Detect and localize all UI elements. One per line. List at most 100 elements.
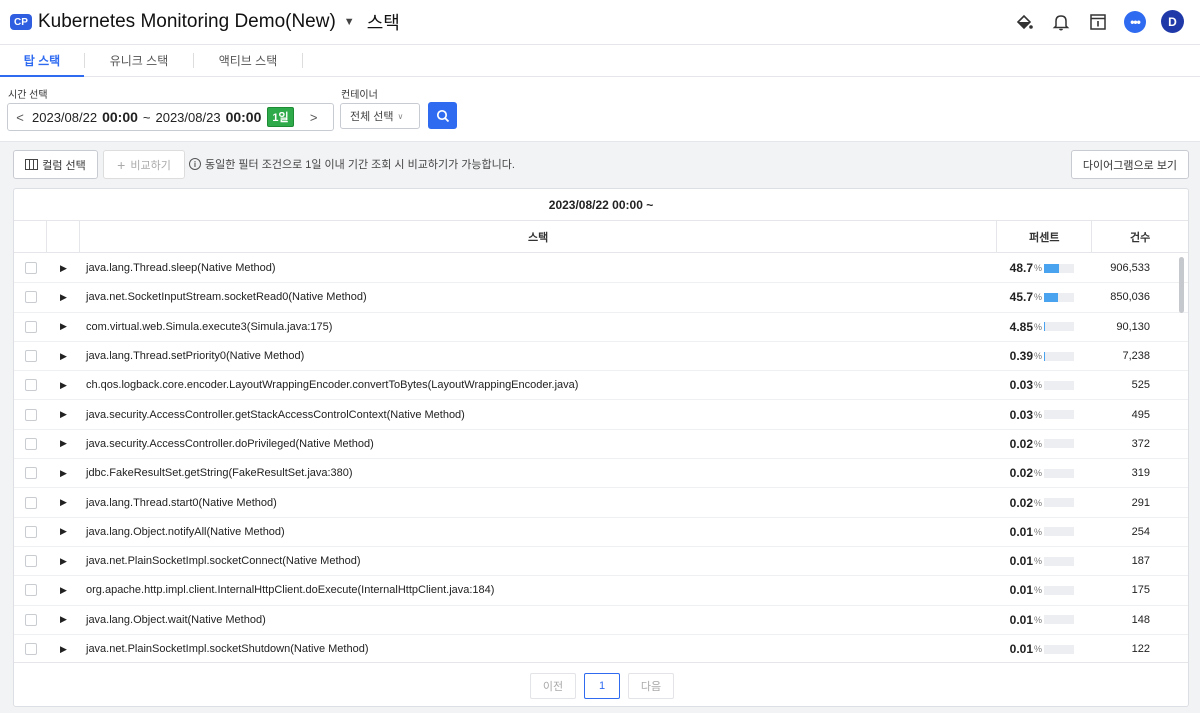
expand-arrow-icon[interactable]: ▶ [47,497,80,508]
row-checkbox[interactable] [24,408,37,421]
table-row[interactable]: ▶ java.lang.Thread.setPriority0(Native Me… [14,342,1188,372]
count-cell: 90,130 [1116,320,1150,333]
percent-sign: % [1034,321,1043,332]
diagram-view-button[interactable]: 다이어그램으로 보기 [1071,150,1189,179]
table-row[interactable]: ▶ java.net.PlainSocketImpl.socketConnect(… [14,547,1188,577]
percent-value: 0.03 [1009,378,1033,393]
expand-arrow-icon[interactable]: ▶ [47,438,80,449]
percent-bar [1044,527,1075,537]
row-checkbox[interactable] [24,437,37,450]
table-body: ▶ java.lang.Thread.sleep(Native Method) 48… [14,254,1188,662]
expand-arrow-icon[interactable]: ▶ [47,585,80,596]
expand-arrow-icon[interactable]: ▶ [47,351,80,362]
percent-cell: 0.02% [999,466,1094,480]
expand-arrow-icon[interactable]: ▶ [47,409,80,420]
tab-top-stack[interactable]: 탑 스택 [0,45,84,77]
range-tilde: ~ [142,109,151,125]
expand-arrow-icon[interactable]: ▶ [47,263,80,274]
page-1-button[interactable]: 1 [584,672,620,699]
count-cell: 372 [1131,437,1150,450]
expand-arrow-icon[interactable]: ▶ [47,468,80,479]
info-panel-icon[interactable] [1087,11,1109,33]
table-scrollbar[interactable] [1179,257,1184,313]
next-page-button[interactable]: 다음 [628,672,674,699]
row-checkbox[interactable] [24,467,37,480]
percent-bar [1044,380,1075,390]
table-row[interactable]: ▶ java.lang.Thread.start0(Native Method) 0… [14,488,1188,518]
tab-unique-stack[interactable]: 유니크 스택 [85,45,193,76]
expand-arrow-icon[interactable]: ▶ [47,644,80,655]
expand-arrow-icon[interactable]: ▶ [47,292,80,303]
range-badge: 1일 [267,107,294,127]
table-row[interactable]: ▶ java.lang.Object.wait(Native Method) 0.0… [14,606,1188,635]
user-avatar[interactable]: D [1161,10,1184,33]
date-to: 2023/08/23 [155,109,221,125]
row-select-cell [14,584,47,597]
prev-range-button[interactable]: < [8,110,32,125]
tab-active-stack[interactable]: 액티브 스택 [194,45,302,76]
count-cell: 850,036 [1110,291,1150,304]
table-row[interactable]: ▶ org.apache.http.impl.client.InternalHtt… [14,576,1188,606]
stack-cell: java.lang.Object.notifyAll(Native Method… [86,525,285,538]
table-row[interactable]: ▶ com.virtual.web.Simula.execute3(Simula.… [14,313,1188,342]
row-checkbox[interactable] [24,320,37,333]
percent-cell: 4.85% [999,320,1094,334]
percent-sign: % [1034,380,1043,391]
row-checkbox[interactable] [24,555,37,568]
row-select-cell [14,555,47,568]
row-checkbox[interactable] [24,496,37,509]
search-button[interactable] [428,102,457,129]
table-row[interactable]: ▶ java.lang.Object.notifyAll(Native Metho… [14,518,1188,547]
stack-cell: java.security.AccessController.doPrivile… [86,437,374,450]
expand-arrow-icon[interactable]: ▶ [47,526,80,537]
table-row[interactable]: ▶ java.net.PlainSocketImpl.socketShutdown… [14,635,1188,662]
header-select-col [14,221,47,252]
bell-icon[interactable] [1050,11,1072,33]
expand-arrow-icon[interactable]: ▶ [47,321,80,332]
row-select-cell [14,467,47,480]
stack-cell: java.lang.Thread.start0(Native Method) [86,496,277,509]
paint-bucket-icon[interactable] [1013,11,1035,33]
row-checkbox[interactable] [24,584,37,597]
expand-arrow-icon[interactable]: ▶ [47,380,80,391]
expand-arrow-icon[interactable]: ▶ [47,556,80,567]
compare-button[interactable]: + 비교하기 [103,150,185,179]
prev-page-button[interactable]: 이전 [530,672,576,699]
container-select[interactable]: 전체 선택 ∨ [340,103,420,129]
table-row[interactable]: ▶ java.security.AccessController.getStack… [14,400,1188,430]
percent-value: 0.01 [1009,554,1033,569]
table-row[interactable]: ▶ ch.qos.logback.core.encoder.LayoutWrapp… [14,371,1188,401]
container-label: 컨테이너 [341,90,378,101]
row-checkbox[interactable] [24,643,37,655]
count-cell: 525 [1131,379,1150,392]
project-dropdown-icon[interactable]: ▼ [344,16,355,28]
column-select-button[interactable]: 컬럼 선택 [13,150,98,179]
next-range-button[interactable]: > [302,110,326,125]
table-row[interactable]: ▶ java.security.AccessController.doPrivil… [14,430,1188,460]
chat-icon[interactable]: ••• [1124,10,1146,33]
percent-sign: % [1034,263,1043,274]
container-select-value: 전체 선택 [350,111,394,123]
date-range-picker[interactable]: < 2023/08/22 00:00 ~ 2023/08/23 00:00 1일… [7,103,334,131]
count-cell: 319 [1131,467,1150,480]
time-from: 00:00 [102,109,138,125]
row-checkbox[interactable] [24,525,37,538]
percent-cell: 0.01% [999,583,1094,597]
table-row[interactable]: ▶ java.net.SocketInputStream.socketRead0(… [14,283,1188,313]
expand-arrow-icon[interactable]: ▶ [47,614,80,625]
row-checkbox[interactable] [24,262,37,275]
header-percent[interactable]: 퍼센트 [997,221,1093,252]
table-row[interactable]: ▶ jdbc.FakeResultSet.getString(FakeResult… [14,459,1188,489]
project-title[interactable]: Kubernetes Monitoring Demo(New) [38,11,336,33]
row-checkbox[interactable] [24,379,37,392]
header-count[interactable]: 건수 [1092,221,1188,252]
header-stack[interactable]: 스택 [80,221,998,252]
row-checkbox[interactable] [24,350,37,363]
compare-label: 비교하기 [130,159,171,172]
row-select-cell [14,262,47,275]
percent-bar [1044,263,1075,273]
row-checkbox[interactable] [24,613,37,626]
percent-bar [1044,351,1075,361]
row-checkbox[interactable] [24,291,37,304]
table-row[interactable]: ▶ java.lang.Thread.sleep(Native Method) 48… [14,254,1188,284]
